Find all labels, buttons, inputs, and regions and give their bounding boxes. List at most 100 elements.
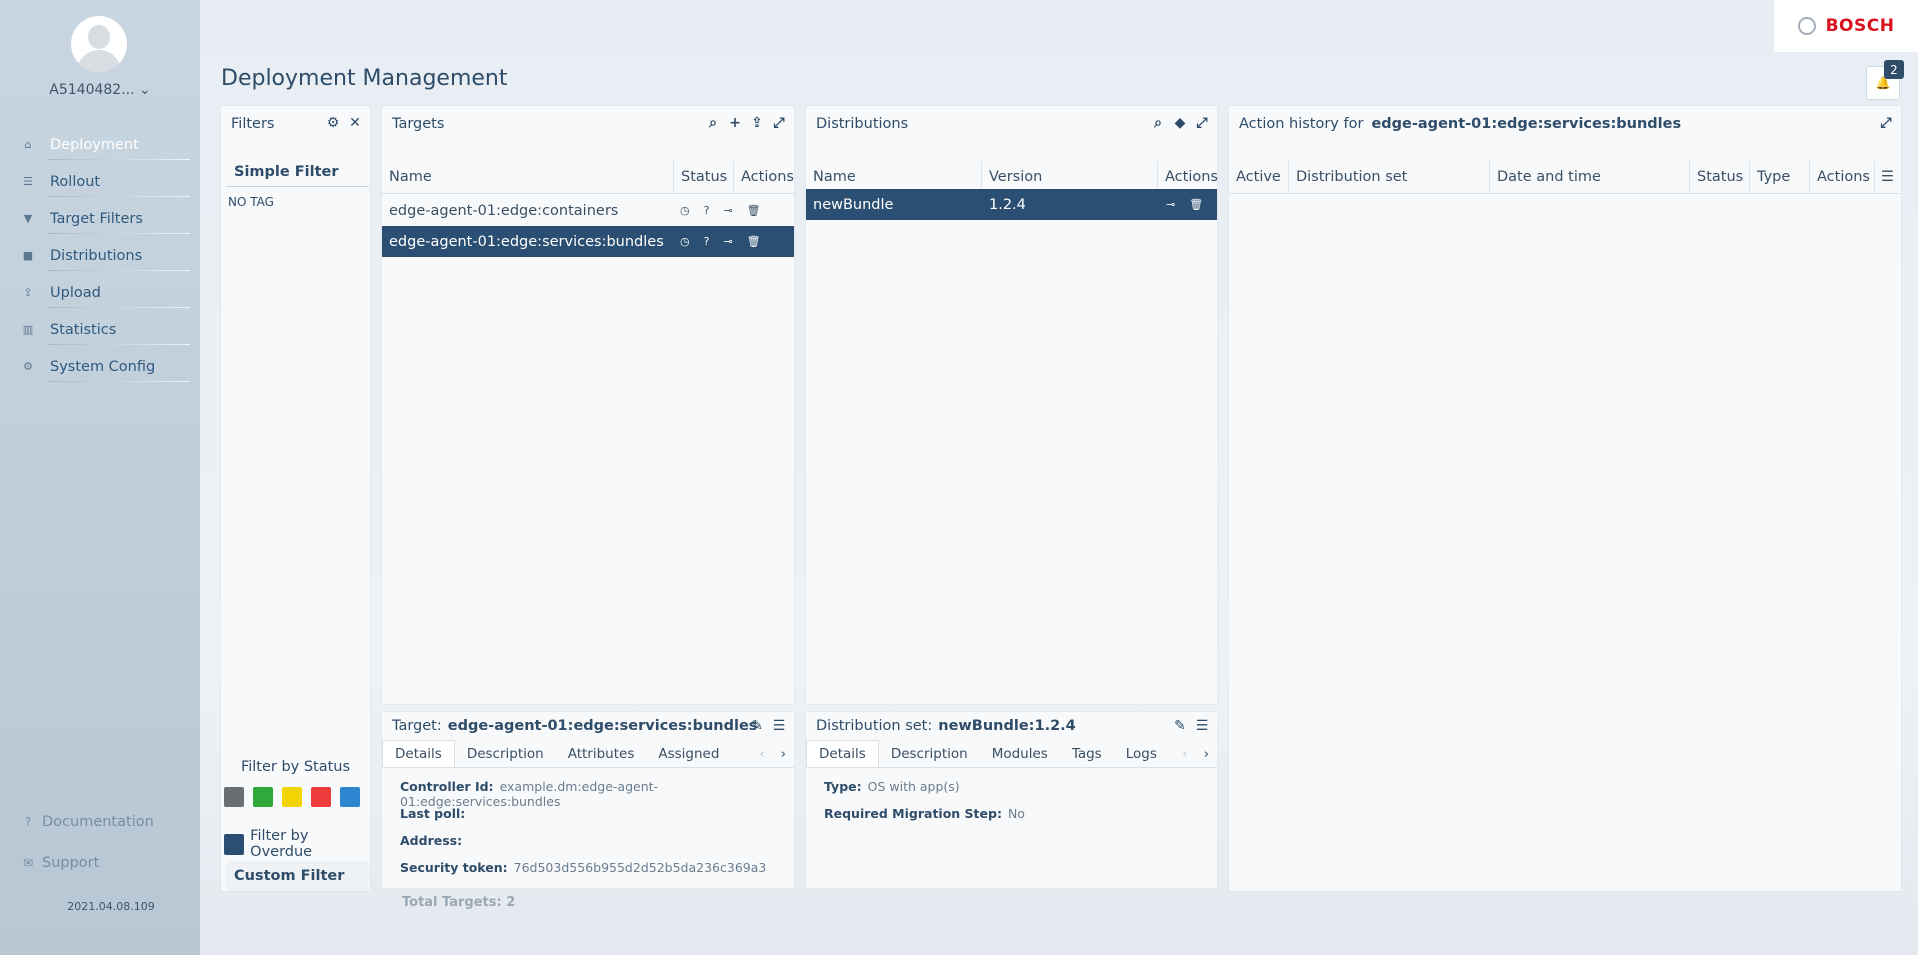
chevron-right-icon[interactable]: ›	[773, 740, 794, 767]
bosch-mark-icon	[1797, 17, 1816, 35]
targets-column-header: Name Status Actions	[382, 161, 794, 194]
close-icon[interactable]: ✕	[346, 114, 364, 132]
notifications-badge: 2	[1884, 60, 1904, 79]
col-active[interactable]: Active	[1229, 161, 1289, 193]
sidebar: A5140482... ⌄ ⌂ Deployment ☰ Rollout ▼ Targ…	[0, 0, 200, 955]
filter-by-overdue[interactable]: Filter by Overdue	[224, 828, 370, 860]
tab-logs[interactable]: Logs	[1114, 740, 1169, 767]
security-token-field: Security token: 76d503d556b955d2d52b5da23…	[400, 860, 767, 875]
search-icon[interactable]: ⌕	[704, 114, 722, 132]
overdue-swatch[interactable]	[224, 833, 245, 855]
action-history-title: Action history for	[1239, 116, 1364, 132]
col-date-time[interactable]: Date and time	[1490, 161, 1690, 193]
table-row-selected[interactable]: newBundle 1.2.4 ⊸ 🗑	[806, 189, 1217, 220]
help-icon: ?	[24, 815, 32, 829]
trash-icon[interactable]: 🗑	[747, 204, 761, 217]
edit-icon[interactable]: ✎	[748, 717, 766, 735]
tab-tags[interactable]: Tags	[1060, 740, 1114, 767]
user-avatar[interactable]	[71, 16, 127, 72]
custom-filter-header[interactable]: Custom Filter	[226, 861, 369, 891]
controller-id-field: Controller Id: example.dm:edge-agent-01:e…	[400, 779, 659, 809]
col-distribution-set[interactable]: Distribution set	[1289, 161, 1490, 193]
app-version: 2021.04.08.109	[67, 900, 155, 913]
nav-statistics[interactable]: ▥ Statistics	[0, 311, 200, 348]
no-tag-filter[interactable]: NO TAG	[228, 195, 274, 209]
bar-chart-icon: ▥	[22, 323, 34, 336]
table-row-selected[interactable]: edge-agent-01:edge:services:bundles ◷ ? …	[382, 226, 794, 257]
tags-icon[interactable]: ◆	[1171, 114, 1189, 132]
tab-assigned[interactable]: Assigned	[646, 740, 731, 767]
clock-icon[interactable]: ◷	[680, 235, 690, 248]
tab-details[interactable]: Details	[382, 740, 455, 767]
targets-title: Targets	[392, 116, 445, 132]
nav-support[interactable]: ✉ Support	[0, 855, 200, 871]
list-icon[interactable]: ☰	[770, 717, 788, 735]
tab-attributes[interactable]: Attributes	[556, 740, 647, 767]
status-swatch-green[interactable]	[253, 787, 273, 807]
nav-upload[interactable]: ⇪ Upload	[0, 274, 200, 311]
main-nav: ⌂ Deployment ☰ Rollout ▼ Target Filters ■ Di…	[0, 126, 200, 385]
mail-icon: ✉	[22, 856, 34, 870]
tab-description[interactable]: Description	[879, 740, 980, 767]
status-swatch-blue[interactable]	[340, 787, 360, 807]
action-history-panel: Action history for edge-agent-01:edge:se…	[1229, 106, 1901, 891]
nav-distributions[interactable]: ■ Distributions	[0, 237, 200, 274]
pin-icon[interactable]: ⊸	[723, 235, 732, 248]
filters-panel: Filters ⚙ ✕ Simple Filter NO TAG Filter …	[221, 106, 370, 891]
action-history-target: edge-agent-01:edge:services:bundles	[1371, 116, 1682, 132]
tab-modules[interactable]: Modules	[980, 740, 1060, 767]
list-icon: ☰	[23, 175, 33, 188]
trash-icon[interactable]: 🗑	[1189, 198, 1203, 211]
address-field: Address:	[400, 833, 463, 848]
chevron-right-icon[interactable]: ›	[1196, 740, 1217, 767]
tab-details[interactable]: Details	[806, 740, 879, 767]
col-status[interactable]: Status	[1690, 161, 1750, 193]
search-icon[interactable]: ⌕	[1149, 114, 1167, 132]
home-icon: ⌂	[24, 138, 32, 151]
expand-icon[interactable]: ⤢	[1877, 114, 1895, 132]
col-actions: Actions	[741, 169, 794, 185]
status-swatch-yellow[interactable]	[282, 787, 302, 807]
table-row[interactable]: edge-agent-01:edge:containers ◷ ? ⊸ 🗑	[382, 195, 794, 226]
target-details-panel: Target: edge-agent-01:edge:services:bundl…	[382, 712, 794, 888]
simple-filter-header: Simple Filter	[226, 157, 369, 187]
distribution-details-panel: Distribution set: newBundle:1.2.4 ✎ ☰ Det…	[806, 712, 1217, 888]
user-menu[interactable]: A5140482... ⌄	[0, 82, 200, 98]
nav-documentation[interactable]: ? Documentation	[0, 814, 200, 830]
question-icon[interactable]: ?	[704, 204, 710, 217]
col-status[interactable]: Status	[674, 161, 734, 193]
target-details-name: edge-agent-01:edge:services:bundles	[447, 718, 758, 734]
nav-rollout[interactable]: ☰ Rollout	[0, 163, 200, 200]
pin-icon[interactable]: ⊸	[1166, 198, 1175, 211]
type-field: Type: OS with app(s)	[824, 779, 960, 794]
nav-system-config[interactable]: ⚙ System Config	[0, 348, 200, 385]
pin-icon[interactable]: ⊸	[723, 204, 732, 217]
status-swatch-grey[interactable]	[224, 787, 244, 807]
col-type[interactable]: Type	[1750, 161, 1810, 193]
edit-icon[interactable]: ✎	[1171, 717, 1189, 735]
filter-icon: ▼	[23, 212, 33, 225]
distributions-title: Distributions	[816, 116, 909, 132]
briefcase-icon: ■	[22, 249, 34, 262]
nav-target-filters[interactable]: ▼ Target Filters	[0, 200, 200, 237]
chevron-left-icon[interactable]: ‹	[1174, 740, 1195, 767]
chevron-left-icon[interactable]: ‹	[751, 740, 772, 767]
menu-icon[interactable]: ☰	[1875, 161, 1901, 193]
list-icon[interactable]: ☰	[1193, 717, 1211, 735]
add-icon[interactable]: +	[726, 114, 744, 132]
page-title: Deployment Management	[221, 66, 508, 91]
expand-icon[interactable]: ⤢	[770, 114, 788, 132]
nav-deployment[interactable]: ⌂ Deployment	[0, 126, 200, 163]
col-name[interactable]: Name	[382, 161, 674, 193]
status-swatch-red[interactable]	[311, 787, 331, 807]
question-icon[interactable]: ?	[704, 235, 710, 248]
target-details-tabs: Details Description Attributes Assigned …	[382, 740, 794, 768]
clock-icon[interactable]: ◷	[680, 204, 690, 217]
last-poll-field: Last poll:	[400, 806, 466, 821]
upload-icon[interactable]: ⇪	[748, 114, 766, 132]
trash-icon[interactable]: 🗑	[747, 235, 761, 248]
expand-icon[interactable]: ⤢	[1193, 114, 1211, 132]
gear-icon[interactable]: ⚙	[324, 114, 342, 132]
tab-description[interactable]: Description	[455, 740, 556, 767]
distribution-details-name: newBundle:1.2.4	[938, 718, 1076, 734]
